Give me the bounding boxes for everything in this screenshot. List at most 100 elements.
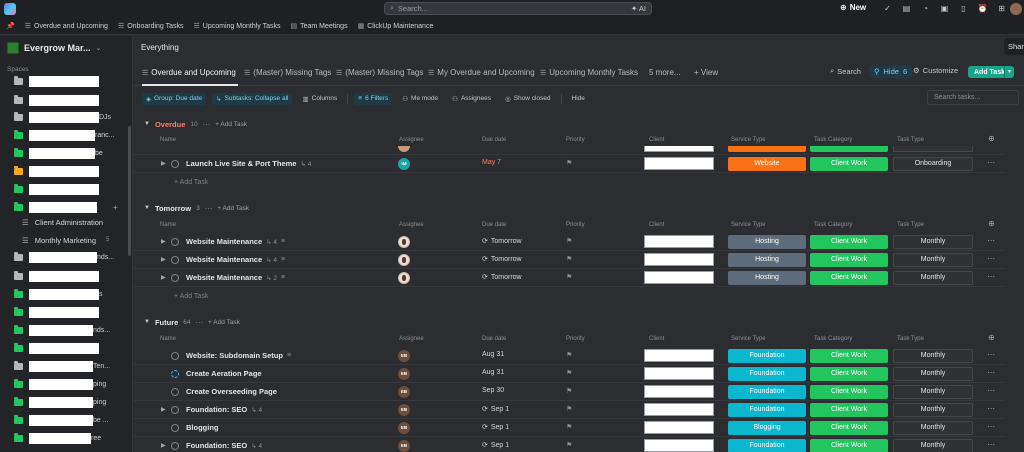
columns-button[interactable]: ▥ Columns bbox=[298, 93, 341, 105]
sidebar-space-item[interactable] bbox=[14, 93, 126, 107]
more-icon[interactable]: ⋯ bbox=[987, 158, 995, 167]
pin-icon[interactable]: 📌 bbox=[6, 22, 15, 30]
client-redacted[interactable] bbox=[644, 385, 714, 398]
assignee-avatar[interactable] bbox=[398, 254, 410, 266]
task-name[interactable]: Blogging bbox=[186, 423, 219, 432]
add-task-button[interactable]: Add Task ▾ bbox=[968, 66, 1014, 78]
sidebar-space-item-expanded[interactable]: + bbox=[14, 200, 126, 214]
task-name[interactable]: Website Maintenance ↳ 4 ≡ bbox=[186, 255, 285, 264]
add-column-icon[interactable]: ⊕ bbox=[988, 134, 995, 143]
service-pill[interactable]: Foundation bbox=[728, 403, 806, 417]
caret-right-icon[interactable]: ▶ bbox=[161, 160, 166, 167]
more-icon[interactable]: ⋯ bbox=[987, 386, 995, 395]
sidebar-space-item[interactable]: nds... bbox=[14, 250, 126, 264]
service-pill[interactable]: Hosting bbox=[728, 271, 806, 285]
add-column-icon[interactable]: ⊕ bbox=[988, 333, 995, 342]
search-tasks-input[interactable]: Search tasks... bbox=[927, 90, 1019, 105]
client-redacted[interactable] bbox=[644, 421, 714, 434]
task-name[interactable]: Website Maintenance ↳ 2 ≡ bbox=[186, 273, 285, 282]
client-redacted[interactable] bbox=[644, 157, 714, 170]
more-icon[interactable]: ⋯ bbox=[987, 368, 995, 377]
table-row[interactable]: ▶ Website Maintenance ↳ 4 ≡ ⟳ Tomorrow ⚑ Ho… bbox=[134, 233, 1004, 251]
group-by-chip[interactable]: ◈ Group: Due date bbox=[142, 92, 207, 105]
hide-fields-button[interactable]: ⚲ Hide 6 bbox=[869, 65, 913, 78]
col-priority[interactable]: Priority bbox=[566, 222, 585, 228]
more-icon[interactable]: ⋯ bbox=[987, 422, 995, 431]
sidebar-space-item[interactable]: ranc... bbox=[14, 128, 126, 142]
group-header-overdue[interactable]: ▼ Overdue 10 ⋯ + Add Task bbox=[144, 118, 247, 130]
favorite-onboarding-tasks[interactable]: ☰ Onboarding Tasks bbox=[118, 22, 184, 31]
filters-chip[interactable]: ≡ 6 Filters bbox=[354, 92, 393, 105]
due-date[interactable]: ⟳ Sep 1 bbox=[482, 441, 509, 450]
caret-down-icon[interactable]: ▼ bbox=[144, 319, 150, 325]
status-circle-icon[interactable] bbox=[171, 274, 179, 282]
new-button[interactable]: ⊕ New bbox=[840, 3, 866, 12]
subtask-count[interactable]: ↳ 4 bbox=[251, 442, 262, 450]
flag-icon[interactable]: ⚑ bbox=[566, 441, 572, 449]
sidebar-space-item[interactable]: ping bbox=[14, 377, 126, 391]
flag-icon[interactable]: ⚑ bbox=[566, 159, 572, 167]
workspace-switcher[interactable]: Evergrow Mar... ⌄ bbox=[7, 42, 101, 54]
check-circle-icon[interactable]: ✓ bbox=[882, 3, 893, 14]
service-pill[interactable]: Foundation bbox=[728, 385, 806, 399]
me-mode-button[interactable]: ⚇ Me mode bbox=[398, 93, 442, 105]
task-name[interactable]: Create Aeration Page bbox=[186, 369, 262, 378]
client-redacted[interactable] bbox=[644, 403, 714, 416]
col-due[interactable]: Due date bbox=[482, 137, 506, 143]
status-circle-icon[interactable] bbox=[171, 352, 179, 360]
service-pill[interactable]: Hosting bbox=[728, 253, 806, 267]
favorite-upcoming-monthly-tasks[interactable]: ☰ Upcoming Monthly Tasks bbox=[194, 22, 281, 31]
grid-apps-icon[interactable]: ⊞ bbox=[996, 3, 1007, 14]
table-row[interactable]: Blogging EB ⟳ Sep 1 ⚑ Blogging Client Wor… bbox=[134, 419, 1004, 437]
sidebar-space-item[interactable] bbox=[14, 164, 126, 178]
due-date[interactable]: ⟳ Tomorrow bbox=[482, 273, 522, 282]
col-service[interactable]: Service Type bbox=[731, 222, 766, 228]
task-name[interactable]: Website Maintenance ↳ 4 ≡ bbox=[186, 237, 285, 246]
sidebar-space-item[interactable]: ping bbox=[14, 395, 126, 409]
col-category[interactable]: Task Category bbox=[814, 222, 852, 228]
table-row[interactable]: ▶ Foundation: SEO ↳ 4 EB ⟳ Sep 1 ⚑ Foundat… bbox=[134, 437, 1004, 452]
clickup-logo-icon[interactable] bbox=[4, 3, 16, 15]
status-circle-icon[interactable] bbox=[171, 424, 179, 432]
type-pill[interactable]: Monthly bbox=[893, 367, 973, 381]
caret-right-icon[interactable]: ▶ bbox=[161, 274, 166, 281]
status-circle-icon[interactable] bbox=[171, 388, 179, 396]
service-pill[interactable]: Hosting bbox=[728, 235, 806, 249]
more-icon[interactable]: ⋯ bbox=[203, 120, 211, 129]
col-assignee[interactable]: Assignee bbox=[399, 222, 424, 228]
service-pill[interactable]: Foundation bbox=[728, 349, 806, 363]
category-pill[interactable] bbox=[810, 146, 888, 152]
due-date[interactable]: ⟳ Tomorrow bbox=[482, 237, 522, 246]
ai-button[interactable]: ✦ AI bbox=[631, 4, 646, 13]
tab-my-overdue-and-upcoming[interactable]: ☰ My Overdue and Upcoming bbox=[428, 68, 535, 77]
col-assignee[interactable]: Assignee bbox=[399, 336, 424, 342]
due-date[interactable]: May 7 bbox=[482, 159, 501, 166]
hide-button[interactable]: Hide bbox=[568, 93, 589, 105]
breadcrumb[interactable]: Everything bbox=[141, 43, 179, 52]
col-type[interactable]: Task Type bbox=[897, 137, 924, 143]
type-pill[interactable] bbox=[893, 146, 973, 152]
type-pill[interactable]: Monthly bbox=[893, 385, 973, 399]
col-type[interactable]: Task Type bbox=[897, 222, 924, 228]
due-date[interactable]: Aug 31 bbox=[482, 351, 504, 358]
due-date[interactable]: ⟳ Tomorrow bbox=[482, 255, 522, 264]
caret-down-icon[interactable]: ▼ bbox=[144, 205, 150, 211]
sidebar-space-item[interactable]: DJs bbox=[14, 110, 126, 124]
flag-icon[interactable]: ⚑ bbox=[566, 387, 572, 395]
group-header-future[interactable]: ▼ Future 64 ⋯ + Add Task bbox=[144, 316, 240, 328]
category-pill[interactable]: Client Work bbox=[810, 235, 888, 249]
more-icon[interactable]: ⋯ bbox=[205, 204, 213, 213]
category-pill[interactable]: Client Work bbox=[810, 271, 888, 285]
flag-icon[interactable]: ⚑ bbox=[566, 255, 572, 263]
sidebar-space-item[interactable]: be ... bbox=[14, 413, 126, 427]
category-pill[interactable]: Client Work bbox=[810, 349, 888, 363]
service-pill[interactable]: Website bbox=[728, 157, 806, 171]
caret-right-icon[interactable]: ▶ bbox=[161, 406, 166, 413]
assignee-avatar[interactable]: EB bbox=[398, 386, 410, 398]
client-redacted[interactable] bbox=[644, 235, 714, 248]
tab-master-missing-tags-2[interactable]: ☰ (Master) Missing Tags bbox=[336, 68, 423, 77]
more-icon[interactable]: ⋯ bbox=[987, 440, 995, 449]
more-icon[interactable]: ⋯ bbox=[987, 404, 995, 413]
category-pill[interactable]: Client Work bbox=[810, 253, 888, 267]
task-name[interactable]: Foundation: SEO ↳ 4 bbox=[186, 441, 262, 450]
